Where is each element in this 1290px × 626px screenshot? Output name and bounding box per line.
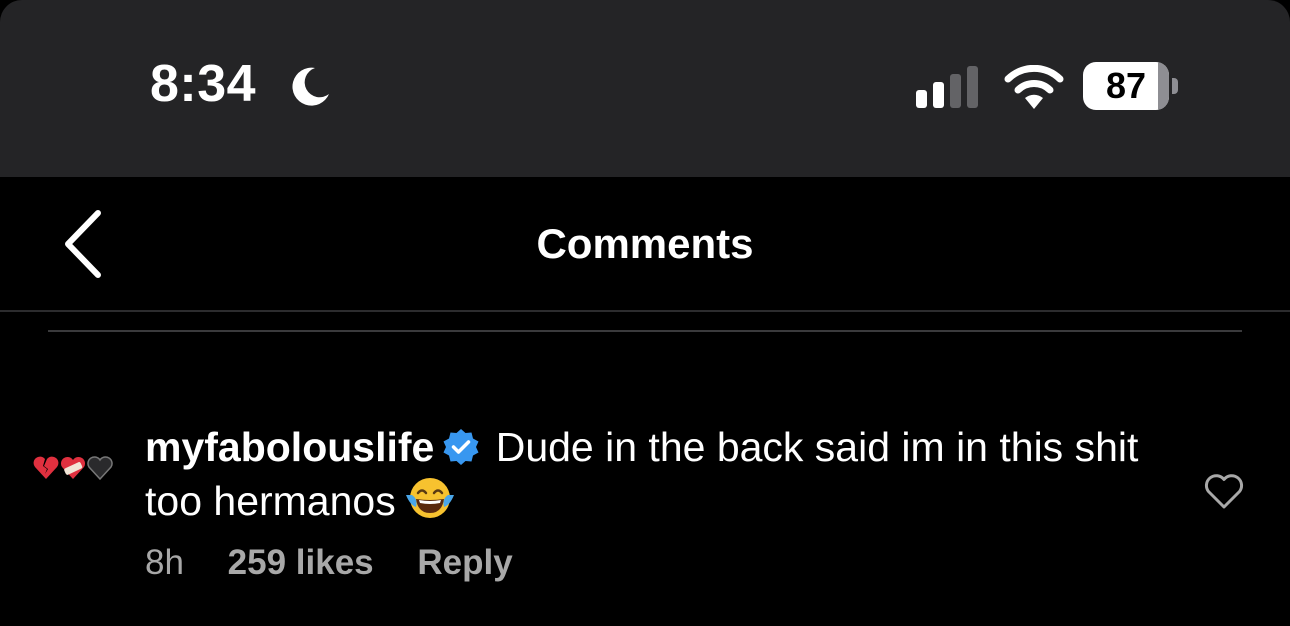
battery-percent: 87 xyxy=(1105,65,1147,106)
moon-icon xyxy=(292,67,329,106)
heart-outline-icon[interactable] xyxy=(1203,472,1245,510)
comments-header: Comments xyxy=(0,177,1290,312)
status-time: 8:34 xyxy=(150,55,257,113)
status-bar: 8:34 87 xyxy=(0,0,1290,177)
broken-heart-icon xyxy=(33,456,59,479)
comment-time: 8h xyxy=(145,543,184,582)
reply-button[interactable]: Reply xyxy=(417,543,512,582)
avatar[interactable] xyxy=(33,455,113,481)
page-title: Comments xyxy=(536,220,754,267)
wifi-icon xyxy=(1004,65,1064,109)
black-heart-icon xyxy=(87,456,113,480)
cellular-signal-icon xyxy=(916,66,978,108)
divider xyxy=(48,330,1242,332)
heart-with-bandage-icon xyxy=(60,456,86,479)
battery-indicator: 87 xyxy=(1083,62,1179,110)
face-with-tears-of-joy-icon xyxy=(405,478,454,518)
comment-text: myfabolouslife Dude in the back said im … xyxy=(145,420,1175,528)
likes-count[interactable]: 259 likes xyxy=(228,543,374,582)
battery-nub xyxy=(1172,78,1178,94)
comment-meta: 8h 259 likes Reply xyxy=(145,540,547,586)
comment-item: myfabolouslife Dude in the back said im … xyxy=(0,400,1290,600)
verified-badge-icon xyxy=(443,429,479,465)
comment-username[interactable]: myfabolouslife xyxy=(145,424,434,470)
